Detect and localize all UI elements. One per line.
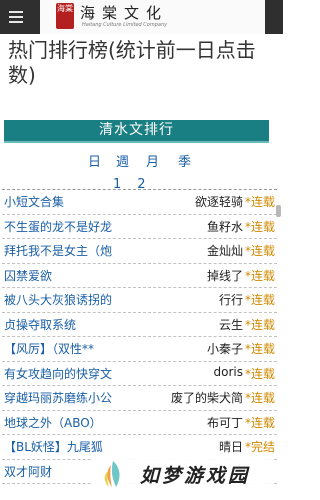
tab-month[interactable]: 月: [146, 151, 159, 170]
status-label: *连载: [245, 342, 276, 356]
list-item: 有女攻趋向的快穿文 doris *连载: [2, 362, 277, 386]
list-item: 拜托我不是女主（炮 金灿灿 *连载: [2, 239, 277, 264]
status-label: *完结: [245, 440, 276, 454]
section-title: 清水文排行: [4, 120, 269, 141]
period-tabs: 日 週 月 季: [88, 151, 208, 171]
watermark-text: 如梦游戏园: [140, 465, 251, 487]
brand-name: 海棠文化: [80, 4, 169, 22]
feather-icon: [104, 461, 120, 487]
author-name: 晴日: [218, 440, 243, 454]
list-item: 小短文合集 欲逐轻骑 *连载: [2, 190, 277, 215]
status-label: *连载: [245, 415, 276, 430]
status-label: *连载: [245, 195, 276, 209]
list-item: 被八头大灰狼诱拐的 行行 *连载: [2, 288, 277, 313]
author-name: 废了的柴犬简: [170, 391, 243, 405]
status-label: *连载: [245, 391, 276, 405]
book-title-link[interactable]: 贞操夺取系统: [4, 316, 179, 333]
status-label: *连载: [245, 268, 276, 283]
list-item: 穿越玛丽苏磨练小公 废了的柴犬简 *连载: [2, 386, 277, 411]
author-name: 行行: [218, 293, 243, 307]
book-title-link[interactable]: 【风厉】（双性**: [4, 340, 179, 357]
book-title-link[interactable]: 小短文合集: [4, 193, 179, 210]
list-item: 不生蛋的龙不是好龙 鱼籽水 *连载: [2, 215, 277, 239]
menu-icon[interactable]: [9, 9, 23, 23]
book-title-link[interactable]: 拜托我不是女主（炮: [4, 242, 179, 259]
book-title-link[interactable]: 被八头大灰狼诱拐的: [4, 291, 179, 308]
tab-week[interactable]: 週: [116, 151, 129, 170]
author-name: doris: [213, 364, 243, 379]
page-title: 热门排行榜(统计前一日点击数): [8, 38, 256, 87]
list-item: 贞操夺取系统 云生 *连载: [2, 313, 277, 337]
book-title-link[interactable]: 有女攻趋向的快穿文: [4, 365, 179, 382]
brand-english-name: Haitang Culture Limited Company: [82, 22, 168, 28]
book-title-link[interactable]: 穿越玛丽苏磨练小公: [4, 389, 179, 406]
author-name: 云生: [218, 317, 243, 332]
section-divider: [4, 141, 269, 143]
status-label: *连载: [245, 219, 276, 234]
list-item: 地球之外（ABO） 布可丁 *连载: [2, 411, 277, 435]
list-item: 囚禁爱欲 掉线了 *连载: [2, 264, 277, 288]
list-item: 【风厉】（双性** 小秦子 *连载: [2, 337, 277, 362]
author-name: 掉线了: [206, 268, 243, 283]
author-name: 小秦子: [206, 342, 243, 356]
tab-day[interactable]: 日: [88, 151, 101, 170]
scrollbar-thumb[interactable]: [276, 205, 281, 217]
author-name: 鱼籽水: [206, 219, 243, 234]
status-label: *连载: [245, 293, 276, 307]
top-bar: 海棠 海棠文化 Haitang Culture Limited Company: [0, 0, 283, 34]
watermark: 如梦游戏园: [92, 455, 272, 495]
status-label: *连载: [245, 244, 276, 258]
status-label: *连载: [245, 366, 276, 381]
author-name: 布可丁: [206, 415, 243, 430]
ranking-list: 小短文合集 欲逐轻骑 *连载 不生蛋的龙不是好龙 鱼籽水 *连载 拜托我不是女主…: [2, 189, 277, 484]
book-title-link[interactable]: 地球之外（ABO）: [4, 414, 179, 431]
book-title-link[interactable]: 不生蛋的龙不是好龙: [4, 218, 179, 235]
author-name: 金灿灿: [206, 244, 243, 258]
tab-quarter[interactable]: 季: [178, 151, 191, 170]
status-label: *连载: [245, 317, 276, 332]
site-logo[interactable]: 海棠 海棠文化 Haitang Culture Limited Company: [40, 0, 265, 34]
seal-logo-icon: 海棠: [56, 3, 74, 29]
book-title-link[interactable]: 囚禁爱欲: [4, 267, 179, 284]
book-title-link[interactable]: 【BL妖怪】九尾狐: [4, 438, 179, 455]
author-name: 欲逐轻骑: [194, 195, 243, 209]
